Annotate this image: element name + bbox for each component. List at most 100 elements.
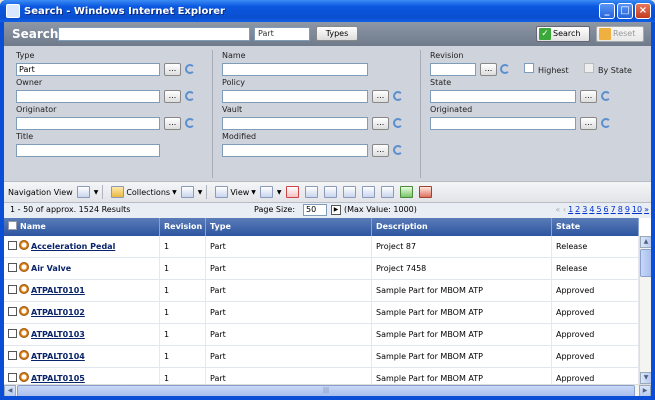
type-chooser-button[interactable]: ... xyxy=(164,63,181,76)
part-name-link[interactable]: ATPALT0105 xyxy=(31,374,85,383)
type-filter-input[interactable]: Part xyxy=(16,63,160,76)
page-link[interactable]: 9 xyxy=(625,205,630,214)
copy-menu[interactable]: ▼ xyxy=(180,186,202,198)
row-checkbox[interactable] xyxy=(8,263,17,272)
export-button[interactable] xyxy=(304,186,320,198)
scroll-right-button[interactable]: ▶ xyxy=(639,385,651,396)
report-button[interactable] xyxy=(342,186,358,198)
part-name-link[interactable]: ATPALT0104 xyxy=(31,352,85,361)
name-cell: ATPALT0102 xyxy=(4,302,160,324)
page-link[interactable]: 5 xyxy=(596,205,601,214)
select-all-checkbox[interactable] xyxy=(8,221,17,230)
column-header-state[interactable]: State xyxy=(552,218,639,236)
chart-icon xyxy=(361,186,375,198)
horizontal-scrollbar[interactable]: ◀ ||| ▶ xyxy=(4,384,651,396)
page-link[interactable]: 4 xyxy=(589,205,594,214)
browser-window: Search - Windows Internet Explorer _ □ ×… xyxy=(0,0,655,400)
originated-input[interactable] xyxy=(430,117,576,130)
refresh-icon[interactable] xyxy=(185,91,195,101)
vertical-scroll-thumb[interactable] xyxy=(640,249,651,277)
policy-chooser-button[interactable]: ... xyxy=(372,90,389,103)
modified-chooser-button[interactable]: ... xyxy=(372,144,389,157)
owner-input[interactable] xyxy=(16,90,160,103)
page-link[interactable]: 7 xyxy=(611,205,616,214)
title-input[interactable] xyxy=(16,144,160,157)
part-name-link[interactable]: ATPALT0103 xyxy=(31,330,85,339)
maximize-button[interactable]: □ xyxy=(617,3,633,19)
next-page-arrow[interactable]: » xyxy=(644,205,649,214)
state-input[interactable] xyxy=(430,90,576,103)
row-checkbox[interactable] xyxy=(8,329,17,338)
print-button[interactable] xyxy=(323,186,339,198)
modified-input[interactable] xyxy=(222,144,368,157)
vault-input[interactable] xyxy=(222,117,368,130)
row-checkbox[interactable] xyxy=(8,241,17,250)
horizontal-scroll-thumb[interactable]: ||| xyxy=(17,385,635,396)
row-checkbox[interactable] xyxy=(8,285,17,294)
row-checkbox[interactable] xyxy=(8,351,17,360)
highest-checkbox[interactable] xyxy=(524,63,534,73)
search-input[interactable] xyxy=(58,27,250,41)
page-link[interactable]: 1 xyxy=(568,205,573,214)
close-button[interactable]: × xyxy=(635,3,651,19)
chevron-down-icon: ▼ xyxy=(251,188,256,196)
policy-input[interactable] xyxy=(222,90,368,103)
part-name-link[interactable]: ATPALT0101 xyxy=(31,286,85,295)
scroll-down-button[interactable]: ▼ xyxy=(640,372,651,384)
revision-input[interactable] xyxy=(430,63,476,76)
type-field[interactable]: Part xyxy=(254,27,310,41)
vault-chooser-button[interactable]: ... xyxy=(372,117,389,130)
types-button[interactable]: Types xyxy=(316,26,358,41)
refresh-icon[interactable] xyxy=(185,118,195,128)
revision-chooser-button[interactable]: ... xyxy=(480,63,497,76)
row-checkbox[interactable] xyxy=(8,373,17,382)
row-checkbox[interactable] xyxy=(8,307,17,316)
by-state-checkbox[interactable] xyxy=(584,63,594,73)
originator-chooser-button[interactable]: ... xyxy=(164,117,181,130)
refresh-icon[interactable] xyxy=(500,64,510,74)
refresh-icon[interactable] xyxy=(393,118,403,128)
column-header-revision[interactable]: Revision xyxy=(160,218,206,236)
originator-input[interactable] xyxy=(16,117,160,130)
mark-button[interactable] xyxy=(285,186,301,198)
collections-menu[interactable]: Collections ▼ xyxy=(111,186,177,198)
refresh-icon[interactable] xyxy=(185,64,195,74)
refresh-icon[interactable] xyxy=(601,118,611,128)
column-header-name[interactable]: Name xyxy=(4,218,160,236)
page-link[interactable]: 6 xyxy=(604,205,609,214)
page-size-go-button[interactable]: ▶ xyxy=(331,205,341,215)
state-chooser-button[interactable]: ... xyxy=(580,90,597,103)
originated-chooser-button[interactable]: ... xyxy=(580,117,597,130)
page-link[interactable]: 2 xyxy=(575,205,580,214)
part-name-link[interactable]: ATPALT0102 xyxy=(31,308,85,317)
navigation-view-menu[interactable]: ▼ xyxy=(76,186,98,198)
refresh-icon[interactable] xyxy=(393,91,403,101)
title-bar[interactable]: Search - Windows Internet Explorer _ □ × xyxy=(0,0,655,22)
refresh-icon[interactable] xyxy=(601,91,611,101)
arrow-down-button[interactable] xyxy=(418,186,434,198)
page-size-input[interactable]: 50 xyxy=(303,204,327,216)
arrow-up-button[interactable] xyxy=(399,186,415,198)
part-name-link[interactable]: Air Valve xyxy=(31,264,71,273)
page-link[interactable]: 10 xyxy=(632,205,642,214)
chart-button[interactable] xyxy=(361,186,377,198)
scroll-left-button[interactable]: ◀ xyxy=(4,385,16,396)
search-button[interactable]: ✓ Search xyxy=(536,26,590,42)
page-link[interactable]: 3 xyxy=(582,205,587,214)
previous-page-arrows[interactable]: « ‹ xyxy=(555,205,566,214)
column-divider xyxy=(420,50,421,178)
minimize-button[interactable]: _ xyxy=(599,3,615,19)
owner-chooser-button[interactable]: ... xyxy=(164,90,181,103)
name-input[interactable] xyxy=(222,63,368,76)
column-header-type[interactable]: Type xyxy=(206,218,372,236)
reset-button[interactable]: Reset xyxy=(596,26,644,42)
column-header-description[interactable]: Description xyxy=(372,218,552,236)
format-menu[interactable]: ▼ xyxy=(259,186,282,198)
help-button[interactable] xyxy=(380,186,396,198)
vertical-scrollbar[interactable]: ▲ ▼ xyxy=(639,236,651,384)
view-menu[interactable]: View ▼ xyxy=(215,186,256,198)
scroll-up-button[interactable]: ▲ xyxy=(640,236,651,248)
page-link[interactable]: 8 xyxy=(618,205,623,214)
refresh-icon[interactable] xyxy=(393,145,403,155)
part-name-link[interactable]: Acceleration Pedal xyxy=(31,242,115,251)
